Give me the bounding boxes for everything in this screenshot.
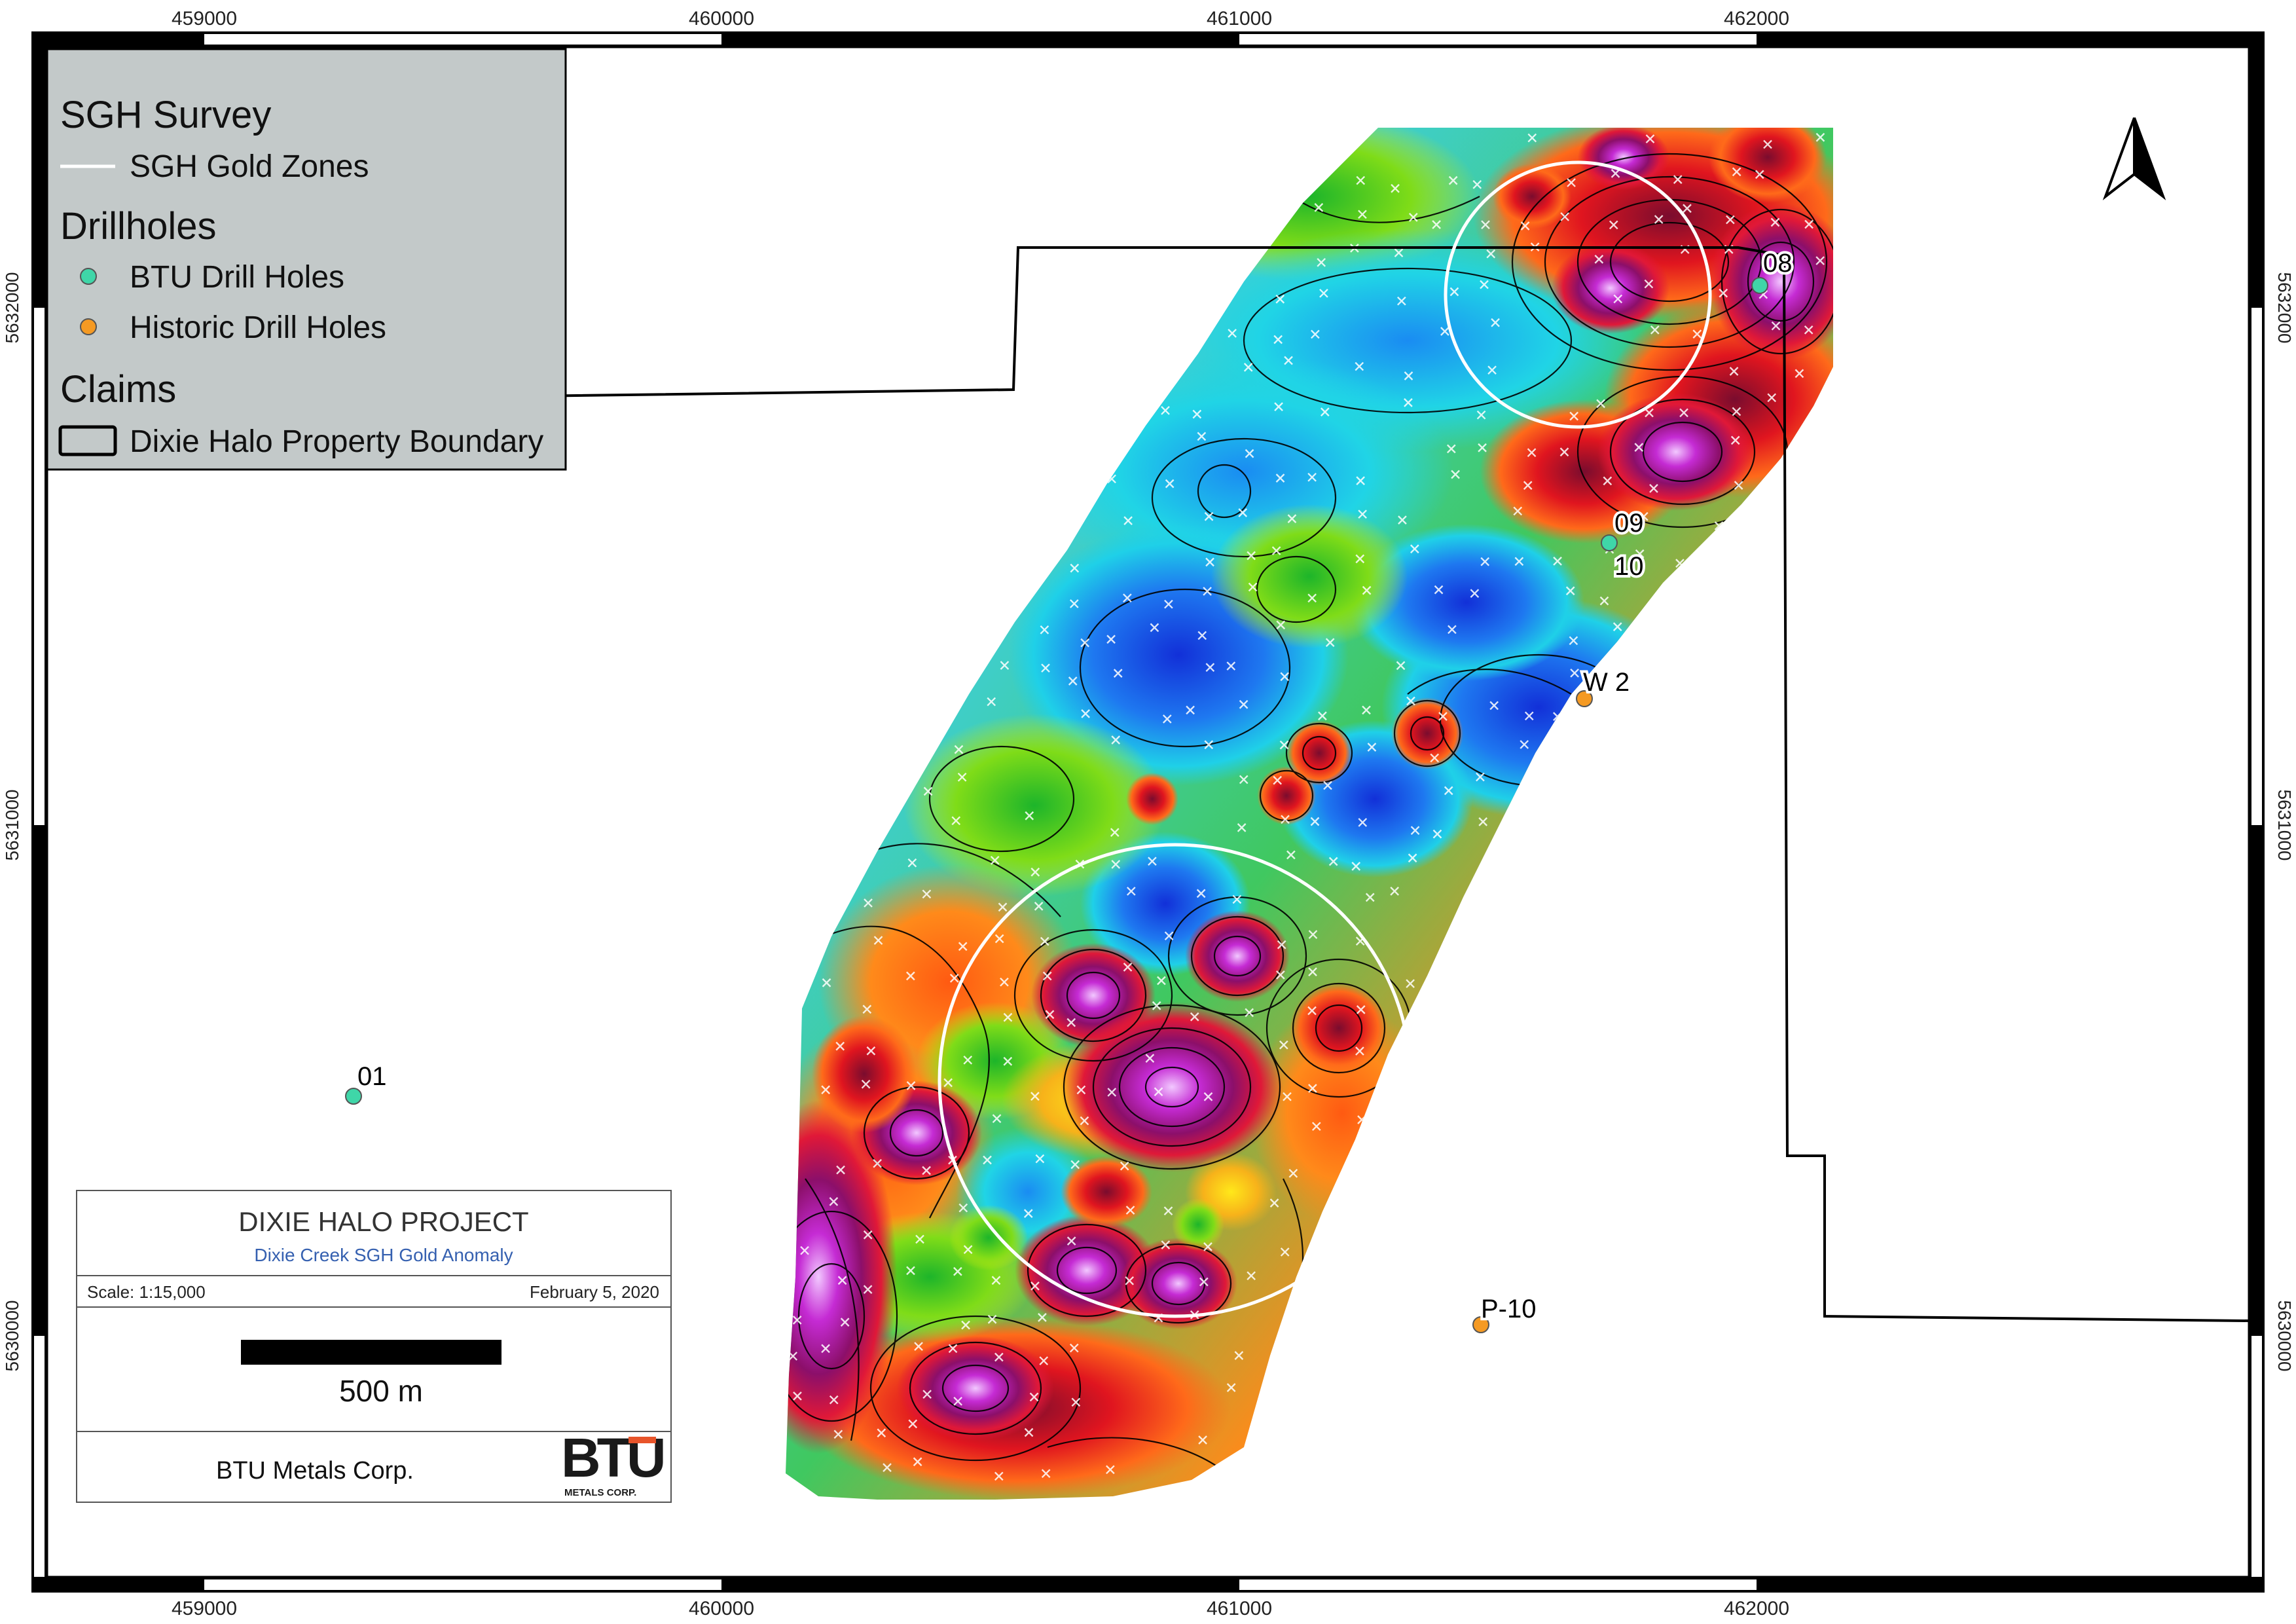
- x-tick-bottom-461000: 461000: [1207, 1598, 1272, 1619]
- left-graticule-bar: [31, 31, 47, 1593]
- svg-text:METALS CORP.: METALS CORP.: [564, 1487, 636, 1498]
- drillhole-09-label: 09: [1614, 509, 1644, 538]
- drillhole-10-label: 10: [1614, 552, 1644, 581]
- scale-bar-label: 500 m: [339, 1374, 423, 1408]
- drillhole-01-label: 01: [357, 1062, 387, 1091]
- x-tick-bottom-462000: 462000: [1724, 1598, 1789, 1619]
- y-tick-right-5630000: 5630000: [2274, 1300, 2295, 1371]
- svg-text:BTU: BTU: [561, 1427, 663, 1488]
- scale-bar: [241, 1340, 501, 1365]
- x-tick-top-461000: 461000: [1207, 8, 1272, 29]
- bottom-graticule-bar: [31, 1577, 2265, 1593]
- drillhole-w2-label: W 2: [1583, 668, 1630, 697]
- y-tick-left-5630000: 5630000: [2, 1300, 22, 1371]
- map-canvas: 459000 460000 461000 462000 459000 46000…: [2, 8, 2295, 1619]
- legend-btu-holes-label: BTU Drill Holes: [130, 260, 344, 295]
- legend-historic-hole-swatch: [80, 318, 97, 335]
- x-tick-top-462000: 462000: [1724, 8, 1789, 29]
- y-tick-right-5631000: 5631000: [2274, 789, 2295, 860]
- project-subtitle: Dixie Creek SGH Gold Anomaly: [254, 1245, 513, 1265]
- y-tick-right-5632000: 5632000: [2274, 272, 2295, 343]
- title-block: DIXIE HALO PROJECT Dixie Creek SGH Gold …: [76, 1190, 672, 1503]
- y-tick-left-5632000: 5632000: [2, 272, 22, 343]
- x-tick-bottom-459000: 459000: [172, 1598, 237, 1619]
- y-tick-left-5631000: 5631000: [2, 789, 22, 860]
- legend-historic-holes-label: Historic Drill Holes: [130, 310, 386, 345]
- btu-logo: BTU METALS CORP.: [561, 1427, 667, 1498]
- legend-panel: SGH Survey SGH Gold Zones Drillholes BTU…: [46, 48, 567, 471]
- legend-survey-heading: SGH Survey: [60, 94, 271, 136]
- drillhole-p10-label: P-10: [1481, 1295, 1537, 1323]
- legend-btu-hole-swatch: [80, 268, 97, 285]
- top-graticule-bar: [31, 31, 2265, 47]
- map-date: February 5, 2020: [530, 1282, 659, 1302]
- company-name: BTU Metals Corp.: [216, 1457, 414, 1485]
- x-tick-top-459000: 459000: [172, 8, 237, 29]
- map-scale-text: Scale: 1:15,000: [87, 1282, 206, 1302]
- legend-gold-zones-label: SGH Gold Zones: [130, 149, 369, 184]
- x-tick-bottom-460000: 460000: [689, 1598, 754, 1619]
- project-title: DIXIE HALO PROJECT: [238, 1206, 528, 1237]
- right-graticule-bar: [2249, 31, 2265, 1593]
- x-tick-top-460000: 460000: [689, 8, 754, 29]
- legend-drillholes-heading: Drillholes: [60, 205, 217, 248]
- legend-boundary-label: Dixie Halo Property Boundary: [130, 424, 543, 459]
- drillhole-08-label: 08: [1763, 249, 1793, 278]
- legend-claims-heading: Claims: [60, 368, 176, 411]
- drillhole-10[interactable]: 10: [1612, 549, 1647, 583]
